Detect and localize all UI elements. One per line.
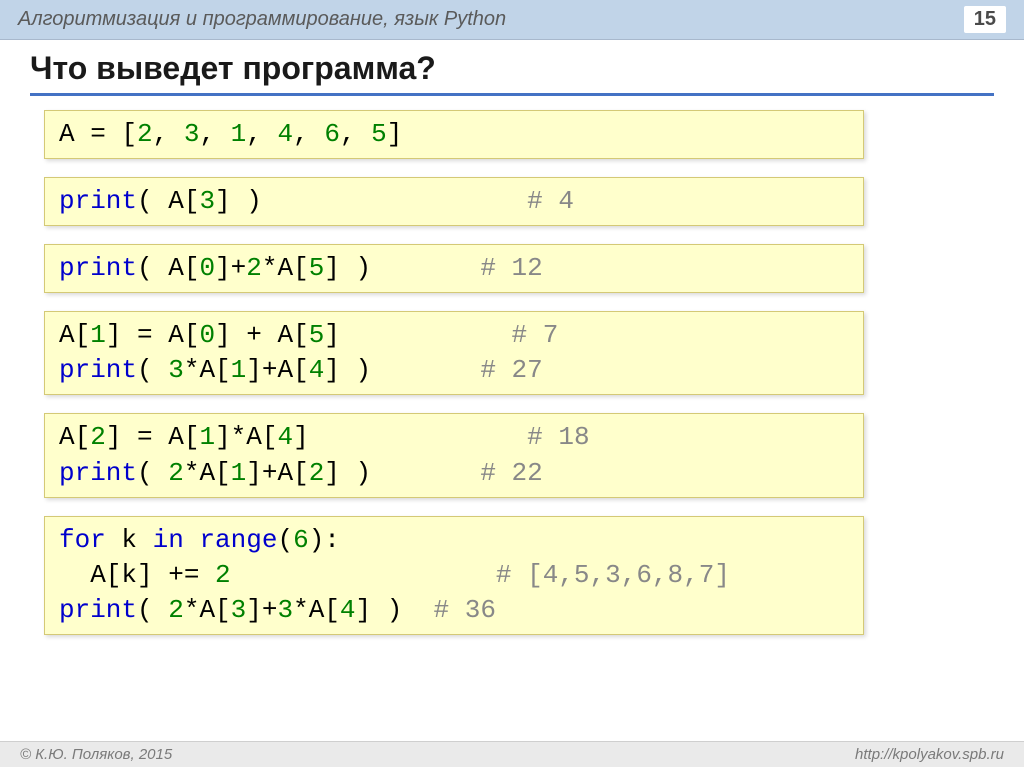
code-line: print( 3*A[1]+A[4] ) # 27 <box>59 353 849 388</box>
code-line: print( A[3] ) # 4 <box>59 184 849 219</box>
code-comment: # [4,5,3,6,8,7] <box>496 558 730 593</box>
code-line: print( 2*A[1]+A[2] ) # 22 <box>59 456 849 491</box>
code-text: print( 2*A[1]+A[2] ) <box>59 456 371 491</box>
code-box-6: for k in range(6): A[k] += 2 # [4,5,3,6,… <box>44 516 864 635</box>
slide-title: Что выведет программа? <box>30 50 994 96</box>
code-text: print( A[3] ) <box>59 184 262 219</box>
code-line: A[2] = A[1]*A[4] # 18 <box>59 420 849 455</box>
code-text: print( A[0]+2*A[5] ) <box>59 251 371 286</box>
code-text: print( 3*A[1]+A[4] ) <box>59 353 371 388</box>
code-text: A[k] += 2 <box>59 558 231 593</box>
footer-copyright: © К.Ю. Поляков, 2015 <box>20 746 172 763</box>
code-box-2: print( A[3] ) # 4 <box>44 177 864 226</box>
code-line: print( 2*A[3]+3*A[4] ) # 36 <box>59 593 849 628</box>
code-text: A[1] = A[0] + A[5] <box>59 318 340 353</box>
code-comment: # 12 <box>480 251 542 286</box>
code-area: A = [2, 3, 1, 4, 6, 5] print( A[3] ) # 4… <box>30 110 994 635</box>
code-text: A[2] = A[1]*A[4] <box>59 420 309 455</box>
code-comment: # 36 <box>434 593 496 628</box>
footer-url: http://kpolyakov.spb.ru <box>855 746 1004 763</box>
slide-content: Что выведет программа? A = [2, 3, 1, 4, … <box>0 40 1024 635</box>
code-line: A[k] += 2 # [4,5,3,6,8,7] <box>59 558 849 593</box>
code-line: for k in range(6): <box>59 523 849 558</box>
code-box-5: A[2] = A[1]*A[4] # 18 print( 2*A[1]+A[2]… <box>44 413 864 497</box>
code-text: print( 2*A[3]+3*A[4] ) <box>59 593 402 628</box>
code-comment: # 7 <box>512 318 559 353</box>
code-text: for k in range(6): <box>59 523 340 558</box>
code-box-4: A[1] = A[0] + A[5] # 7 print( 3*A[1]+A[4… <box>44 311 864 395</box>
code-text: A = [2, 3, 1, 4, 6, 5] <box>59 117 402 152</box>
page-number: 15 <box>964 6 1006 33</box>
code-comment: # 18 <box>527 420 589 455</box>
code-line: A[1] = A[0] + A[5] # 7 <box>59 318 849 353</box>
code-comment: # 4 <box>527 184 574 219</box>
slide-footer: © К.Ю. Поляков, 2015 http://kpolyakov.sp… <box>0 741 1024 767</box>
code-comment: # 27 <box>480 353 542 388</box>
code-box-3: print( A[0]+2*A[5] ) # 12 <box>44 244 864 293</box>
slide-header: Алгоритмизация и программирование, язык … <box>0 0 1024 40</box>
code-box-1: A = [2, 3, 1, 4, 6, 5] <box>44 110 864 159</box>
code-comment: # 22 <box>480 456 542 491</box>
code-line: A = [2, 3, 1, 4, 6, 5] <box>59 117 849 152</box>
code-line: print( A[0]+2*A[5] ) # 12 <box>59 251 849 286</box>
header-title: Алгоритмизация и программирование, язык … <box>18 8 506 31</box>
